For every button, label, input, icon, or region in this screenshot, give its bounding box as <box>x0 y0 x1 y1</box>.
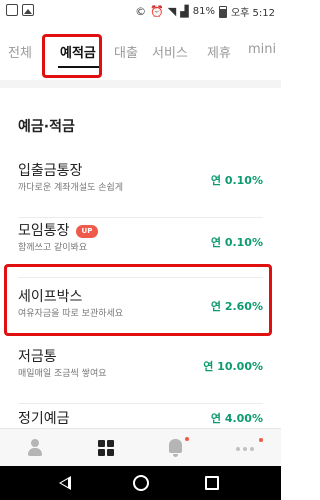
highlight-box-safebox <box>4 264 272 336</box>
product-name: 모임통장 <box>18 223 70 239</box>
image-notification-icon <box>22 4 34 16</box>
notification-dot <box>259 438 263 442</box>
more-icon <box>236 447 254 451</box>
tab-all[interactable]: 전체 <box>8 42 32 61</box>
copyright-icon: © <box>135 4 147 18</box>
product-row-piggy-bank[interactable]: 저금통 매일매일 조금씩 쌓여요 연 10.00% <box>0 346 281 404</box>
back-icon[interactable] <box>59 476 71 490</box>
status-bar-right: © ⏰ ◥ ▟ 81% 오후 5:12 <box>135 4 275 19</box>
product-rate: 연 0.10% <box>210 174 263 187</box>
alarm-icon: ⏰ <box>150 4 164 18</box>
system-nav-bar <box>0 466 281 500</box>
tab-service[interactable]: 서비스 <box>152 42 188 61</box>
row-divider <box>18 217 263 218</box>
tab-loan[interactable]: 대출 <box>114 42 138 61</box>
up-badge: UP <box>75 225 99 238</box>
product-name: 정기예금 <box>18 411 70 427</box>
bell-icon <box>169 439 182 453</box>
battery-icon <box>218 5 227 18</box>
product-name: 저금통 <box>18 349 57 365</box>
notification-icon <box>6 4 18 16</box>
clock: 오후 5:12 <box>230 8 275 19</box>
wifi-icon: ◥ <box>167 4 177 18</box>
product-rate: 연 4.00% <box>210 412 263 425</box>
product-name-wrap: 모임통장 UP <box>18 220 99 240</box>
section-title: 예금·적금 <box>18 119 75 135</box>
row-divider <box>18 403 263 404</box>
status-bar: © ⏰ ◥ ▟ 81% 오후 5:12 <box>0 0 281 22</box>
product-rate: 연 10.00% <box>203 360 263 373</box>
recent-apps-icon[interactable] <box>205 476 219 490</box>
product-name: 입출금통장 <box>18 163 83 179</box>
highlight-box-tab <box>42 34 102 78</box>
tabs-divider <box>0 80 281 88</box>
status-bar-left <box>6 4 34 16</box>
notification-dot <box>185 437 189 441</box>
nav-notifications-button[interactable] <box>140 429 210 467</box>
bell-clapper <box>173 454 178 457</box>
product-desc: 매일매일 조금씩 쌓여요 <box>18 369 107 379</box>
nav-more-button[interactable] <box>210 429 280 467</box>
battery-percent: 81% <box>192 6 215 17</box>
grid-icon <box>98 440 114 456</box>
tab-mini[interactable]: mini <box>248 42 276 57</box>
product-row-term-deposit[interactable]: 정기예금 연 4.00% <box>0 408 281 428</box>
product-desc: 까다로운 계좌개설도 손쉽게 <box>18 183 124 193</box>
product-row-checking[interactable]: 입출금통장 까다로운 계좌개설도 손쉽게 연 0.10% <box>0 160 281 218</box>
product-desc: 함께쓰고 같이봐요 <box>18 243 88 253</box>
bottom-nav <box>0 428 281 466</box>
nav-profile-button[interactable] <box>0 429 70 467</box>
tab-partnership[interactable]: 제휴 <box>207 42 231 61</box>
product-rate: 연 0.10% <box>210 236 263 249</box>
person-icon <box>28 439 42 457</box>
signal-icon: ▟ <box>180 4 189 18</box>
home-icon[interactable] <box>133 475 149 491</box>
nav-home-button[interactable] <box>70 429 140 467</box>
